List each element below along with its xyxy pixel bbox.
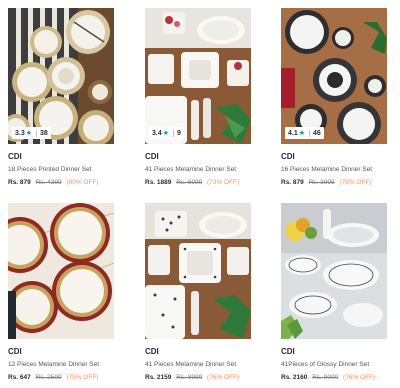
product-image[interactable]: 3.3 ★ 38 xyxy=(8,8,114,144)
product-grid: 3.3 ★ 38 CDI 18 Pieces Printed Dinner Se… xyxy=(0,0,400,388)
price-row: Rs. 2160 Rs. 9000 (76% OFF) xyxy=(281,373,387,382)
product-title: 41 Pieces Melamine Dinner Set xyxy=(145,361,237,368)
product-mrp: Rs. 9000 xyxy=(312,374,339,381)
product-image[interactable]: 3.4 ★ 9 xyxy=(145,8,251,144)
dinner-set-photo-1 xyxy=(8,8,114,144)
product-title: 12 Pieces Melamine Dinner Set xyxy=(8,361,100,368)
dinner-set-photo-2 xyxy=(145,8,251,144)
price-row: Rs. 879 Rs. 3999 (78% OFF) xyxy=(281,178,387,187)
product-brand: CDI xyxy=(8,152,22,161)
product-title: 41 Pieces Melamine Dinner Set xyxy=(145,166,237,173)
product-discount: (76% OFF) xyxy=(207,374,240,381)
product-price: Rs. 879 xyxy=(281,179,304,186)
product-title: 16 Pieces Melamine Dinner Set xyxy=(281,166,373,173)
product-price: Rs. 2160 xyxy=(281,374,308,381)
dinner-set-photo-4 xyxy=(8,203,114,339)
product-card[interactable]: 3.4 ★ 9 CDI 41 Pieces Melamine Dinner Se… xyxy=(145,8,251,187)
product-price: Rs. 879 xyxy=(8,179,31,186)
rating-badge: 3.4 ★ 9 xyxy=(149,127,184,139)
product-brand: CDI xyxy=(8,347,22,356)
price-row: Rs. 1889 Rs. 6999 (73% OFF) xyxy=(145,178,251,187)
star-icon: ★ xyxy=(298,130,306,137)
product-discount: (78% OFF) xyxy=(339,179,372,186)
product-discount: (80% OFF) xyxy=(66,179,99,186)
dinner-set-photo-6 xyxy=(281,203,387,339)
product-discount: (75% OFF) xyxy=(66,374,99,381)
rating-count: 46 xyxy=(313,129,321,137)
product-brand: CDI xyxy=(145,347,159,356)
price-row: Rs. 879 Rs. 4399 (80% OFF) xyxy=(8,178,114,187)
rating-badge: 3.3 ★ 38 xyxy=(12,127,51,139)
product-price: Rs. 647 xyxy=(8,374,31,381)
product-mrp: Rs. 6999 xyxy=(176,179,203,186)
product-title: 41Pieces of Glossy Dinner Set xyxy=(281,361,370,368)
star-icon: ★ xyxy=(162,130,170,137)
product-image[interactable] xyxy=(8,203,114,339)
product-discount: (73% OFF) xyxy=(207,179,240,186)
product-brand: CDI xyxy=(281,347,295,356)
product-mrp: Rs. 3999 xyxy=(308,179,335,186)
product-card[interactable]: 4.1 ★ 46 CDI 16 Pieces Melamine Dinner S… xyxy=(281,8,387,187)
product-card[interactable]: 3.3 ★ 38 CDI 18 Pieces Printed Dinner Se… xyxy=(8,8,114,187)
rating-value: 4.1 xyxy=(288,129,298,137)
product-brand: CDI xyxy=(281,152,295,161)
product-card[interactable]: CDI 41Pieces of Glossy Dinner Set Rs. 21… xyxy=(281,203,387,382)
product-price: Rs. 1889 xyxy=(145,179,172,186)
product-title: 18 Pieces Printed Dinner Set xyxy=(8,166,92,173)
rating-value: 3.4 xyxy=(152,129,162,137)
dinner-set-photo-5 xyxy=(145,203,251,339)
product-card[interactable]: CDI 12 Pieces Melamine Dinner Set Rs. 64… xyxy=(8,203,114,382)
divider xyxy=(36,129,38,137)
price-row: Rs. 2159 Rs. 8999 (76% OFF) xyxy=(145,373,251,382)
product-image[interactable] xyxy=(281,203,387,339)
divider xyxy=(173,129,175,137)
product-brand: CDI xyxy=(145,152,159,161)
product-price: Rs. 2159 xyxy=(145,374,172,381)
rating-badge: 4.1 ★ 46 xyxy=(285,127,324,139)
product-image[interactable]: 4.1 ★ 46 xyxy=(281,8,387,144)
product-image[interactable] xyxy=(145,203,251,339)
price-row: Rs. 647 Rs. 2599 (75% OFF) xyxy=(8,373,114,382)
product-discount: (76% OFF) xyxy=(343,374,376,381)
rating-count: 9 xyxy=(177,129,181,137)
divider xyxy=(309,129,311,137)
product-mrp: Rs. 4399 xyxy=(35,179,62,186)
product-mrp: Rs. 8999 xyxy=(176,374,203,381)
product-card[interactable]: CDI 41 Pieces Melamine Dinner Set Rs. 21… xyxy=(145,203,251,382)
product-mrp: Rs. 2599 xyxy=(35,374,62,381)
rating-value: 3.3 xyxy=(15,129,25,137)
rating-count: 38 xyxy=(40,129,48,137)
star-icon: ★ xyxy=(25,130,33,137)
dinner-set-photo-3 xyxy=(281,8,387,144)
